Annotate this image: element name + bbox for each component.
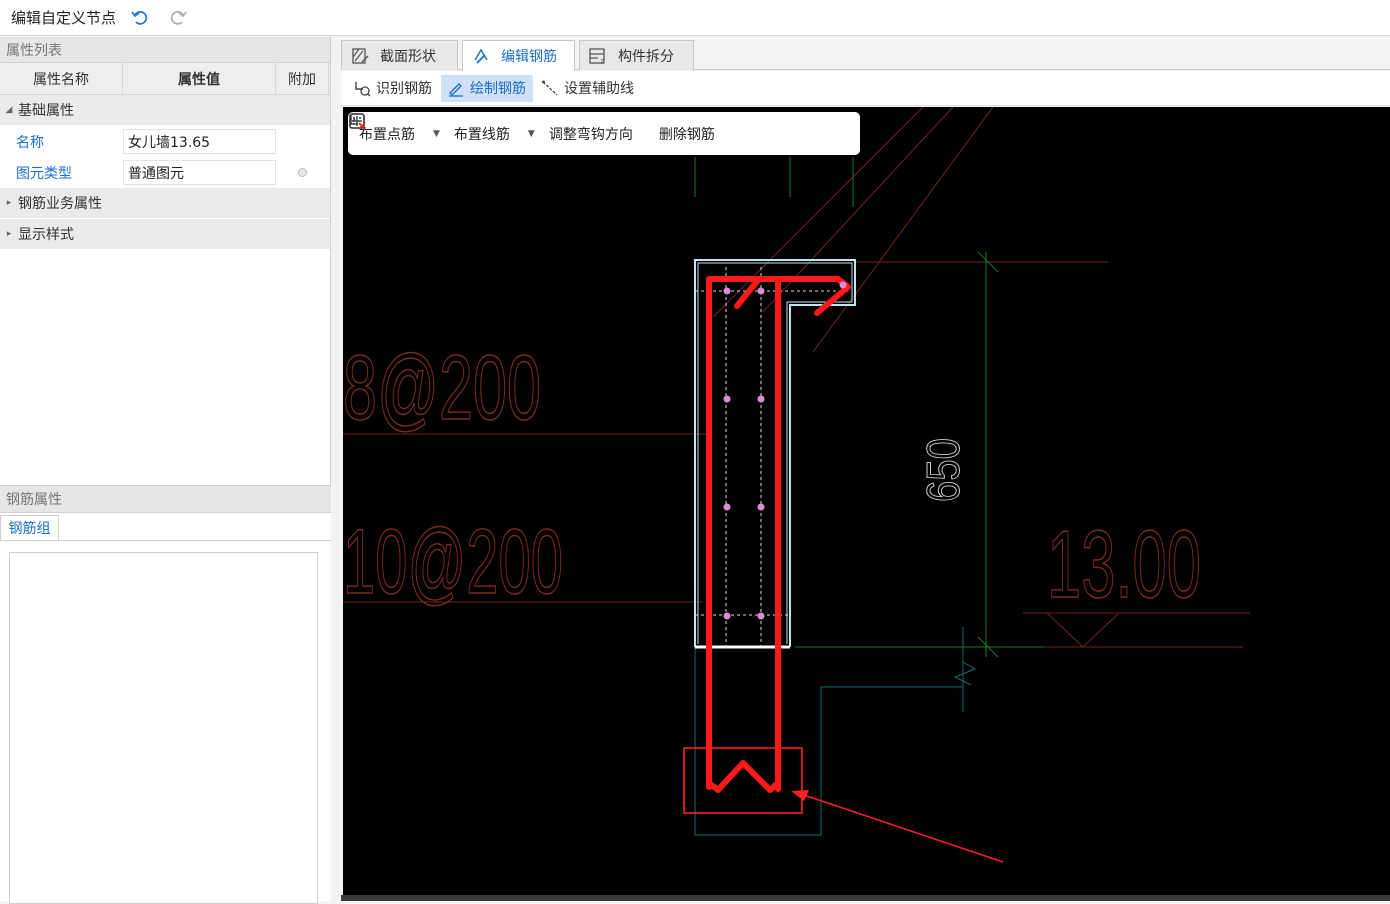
group-rebar-business-properties[interactable]: ▸ 钢筋业务属性 <box>0 188 330 219</box>
pointer-arrow <box>797 792 1004 863</box>
title-bar: 编辑自定义节点 <box>0 0 1390 36</box>
place-line-rebar-button[interactable]: 布置线筋 <box>349 113 510 144</box>
identify-rebar-button[interactable]: 识别钢筋 <box>347 75 439 102</box>
tab-rebar-group[interactable]: 钢筋组 <box>0 515 59 540</box>
guide-line-icon <box>542 80 558 96</box>
redo-icon[interactable] <box>168 8 188 28</box>
column-property-name: 属性名称 <box>0 63 123 94</box>
tab-component-split[interactable]: ? 构件拆分 <box>579 40 694 70</box>
float-toolbar-label: 删除钢筋 <box>658 126 715 143</box>
property-name: 图元类型 <box>16 165 72 182</box>
place-point-rebar-button[interactable]: 布置点筋 <box>349 113 415 144</box>
drawing-canvas[interactable]: 8@200 10@200 650 13.00 布置点筋 ▼ 布置线筋 ▼ 调整弯… <box>343 107 1390 895</box>
rebar-group-list[interactable] <box>9 552 318 904</box>
status-strip <box>341 895 1390 901</box>
property-row-name: 名称 女儿墙13.65 <box>0 126 330 157</box>
tab-section-shape[interactable]: 截面形状 <box>341 40 458 70</box>
editor-area: 截面形状 编辑钢筋 ? 构件拆分 识别钢筋 绘制钢筋 设置辅助线 8@200 1… <box>341 37 1390 901</box>
tab-edit-rebar[interactable]: 编辑钢筋 <box>462 40 575 71</box>
expand-triangle-icon[interactable]: ▸ <box>0 229 18 239</box>
tab-label: 编辑钢筋 <box>501 49 557 65</box>
draw-rebar-button[interactable]: 绘制钢筋 <box>441 74 533 102</box>
group-label: 基础属性 <box>18 103 74 119</box>
section-shape-icon <box>352 47 369 64</box>
elevation-label: 13.00 <box>1047 511 1201 618</box>
adjust-hook-direction-button[interactable]: 调整弯钩方向 <box>349 113 633 144</box>
pencil-icon <box>449 83 463 97</box>
property-name: 名称 <box>16 134 44 151</box>
group-basic-properties[interactable]: ◢ 基础属性 <box>0 95 330 126</box>
svg-text:?: ? <box>600 58 604 66</box>
rebar-spec-top: 8@200 <box>343 337 541 439</box>
set-guide-line-button[interactable]: 设置辅助线 <box>535 75 641 102</box>
tab-label: 截面形状 <box>380 48 436 65</box>
identify-rebar-icon <box>355 82 371 97</box>
undo-icon[interactable] <box>130 8 150 28</box>
rebar-properties-header: 钢筋属性 <box>0 485 331 513</box>
column-property-value: 属性值 <box>123 63 276 94</box>
line-rebar-dropdown-icon[interactable]: ▼ <box>528 129 535 139</box>
property-table-header: 属性名称 属性值 附加 <box>0 63 330 95</box>
float-toolbar-label: 布置线筋 <box>453 126 510 143</box>
left-panel: 属性列表 属性名称 属性值 附加 ◢ 基础属性 名称 女儿墙13.65 图元类型… <box>0 37 331 904</box>
node-drawing[interactable]: 8@200 10@200 650 13.00 <box>343 107 1390 895</box>
component-split-icon: ? <box>589 47 605 66</box>
name-field[interactable]: 女儿墙13.65 <box>123 129 276 154</box>
extra-radio-icon[interactable] <box>298 168 307 177</box>
toolbar-label: 识别钢筋 <box>376 81 432 97</box>
guide-lines <box>695 267 848 647</box>
collapse-triangle-icon[interactable]: ◢ <box>0 105 18 115</box>
highlight-box <box>683 747 803 814</box>
property-row-element-type: 图元类型 普通图元 <box>0 157 330 188</box>
rebar-toolbar: 识别钢筋 绘制钢筋 设置辅助线 <box>341 71 1390 106</box>
float-toolbar-label: 调整弯钩方向 <box>548 126 633 143</box>
editor-tabs: 截面形状 编辑钢筋 ? 构件拆分 <box>341 37 1390 71</box>
toolbar-label: 绘制钢筋 <box>470 81 526 97</box>
point-rebar-dropdown-icon[interactable]: ▼ <box>433 129 440 139</box>
property-list-header: 属性列表 <box>0 37 330 63</box>
element-type-field[interactable]: 普通图元 <box>123 160 276 185</box>
column-extra: 附加 <box>276 63 329 94</box>
window-title: 编辑自定义节点 <box>11 9 117 27</box>
expand-triangle-icon[interactable]: ▸ <box>0 198 18 208</box>
group-label: 钢筋业务属性 <box>18 196 102 212</box>
edit-rebar-icon <box>474 48 488 64</box>
float-toolbar-label: 布置点筋 <box>359 126 415 143</box>
rebar-properties-panel: 钢筋属性 钢筋组 <box>0 485 331 904</box>
delete-rebar-icon <box>350 115 366 130</box>
dimension-label: 650 <box>917 438 969 502</box>
tab-label: 构件拆分 <box>618 48 674 65</box>
group-label: 显示样式 <box>18 227 74 243</box>
foundation-outline <box>694 627 977 836</box>
toolbar-label: 设置辅助线 <box>564 81 634 97</box>
dimension-lines <box>694 157 1043 658</box>
floating-rebar-toolbar: 布置点筋 ▼ 布置线筋 ▼ 调整弯钩方向 删除钢筋 <box>348 112 860 155</box>
delete-rebar-button[interactable]: 删除钢筋 <box>350 115 715 144</box>
group-display-style[interactable]: ▸ 显示样式 <box>0 219 330 250</box>
rebar-spec-bottom: 10@200 <box>343 511 563 613</box>
rebar-lines[interactable] <box>706 276 851 793</box>
